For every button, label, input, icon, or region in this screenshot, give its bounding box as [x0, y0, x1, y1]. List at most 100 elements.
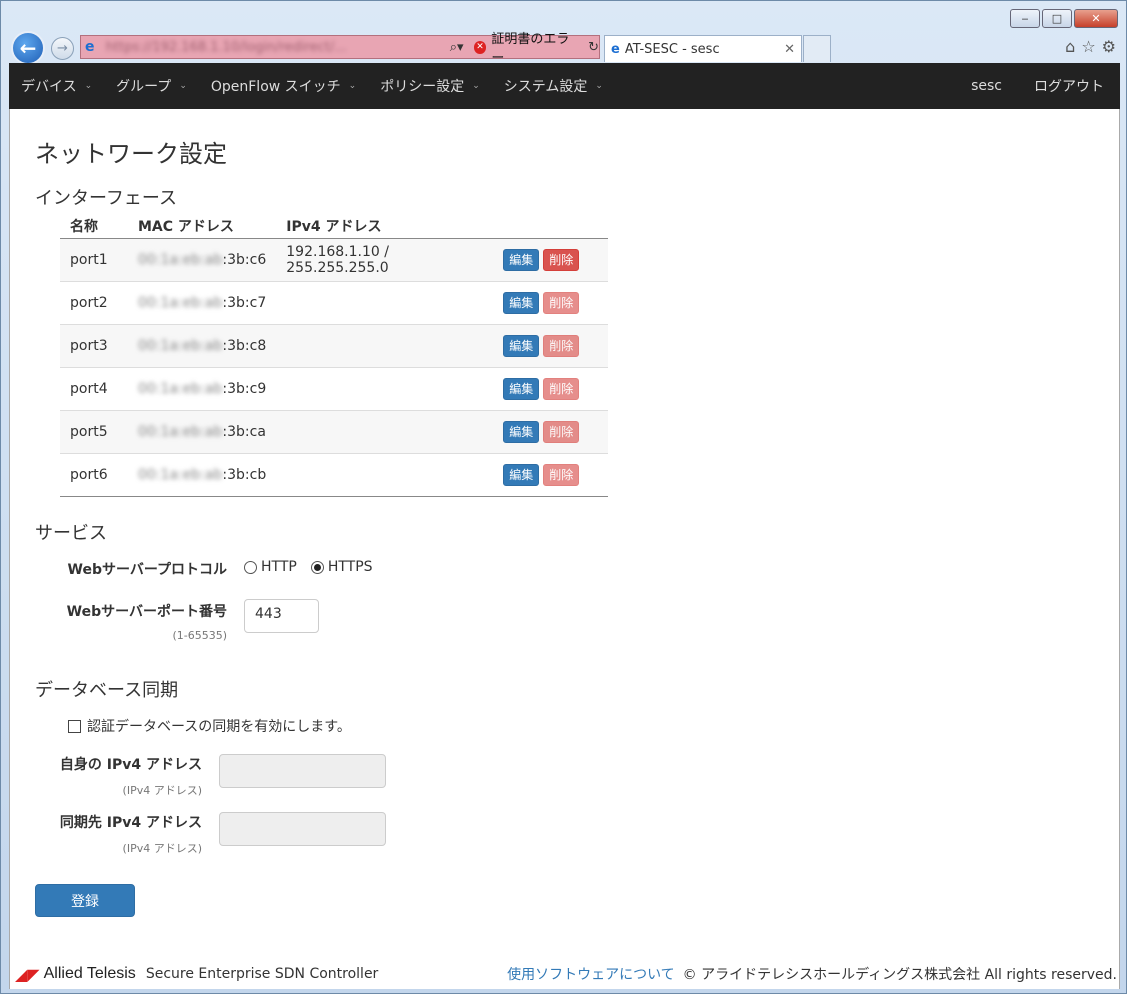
back-button[interactable]: ←: [11, 31, 45, 65]
edit-button[interactable]: 編集: [503, 248, 540, 271]
radio-https[interactable]: HTTPS: [310, 559, 373, 575]
favorites-star-icon[interactable]: ☆: [1081, 37, 1095, 56]
dbsync-enable-checkbox[interactable]: 認証データベースの同期を有効にします。: [68, 716, 351, 736]
nav-openflow-switch[interactable]: OpenFlow スイッチ ⌄: [199, 63, 368, 109]
footer-right: 使用ソフトウェアについて © アライドテレシスホールディングス株式会社 All …: [507, 964, 1117, 984]
close-window-button[interactable]: ✕: [1074, 9, 1118, 28]
port-hint: (1-65535): [172, 629, 227, 642]
self-ip-row: 自身の IPv4 アドレス (IPv4 アドレス): [35, 754, 386, 798]
col-mac: MAC アドレス: [128, 214, 277, 239]
col-actions: [493, 214, 609, 239]
footer: ◢◤ Allied Telesis Secure Enterprise SDN …: [10, 959, 1121, 989]
iface-name: port2: [60, 280, 128, 324]
nav-devices[interactable]: デバイス ⌄: [9, 63, 104, 109]
iface-name: port5: [60, 409, 128, 453]
nav-user[interactable]: sesc: [955, 63, 1018, 109]
protocol-label: Webサーバープロトコル: [67, 562, 227, 578]
iface-actions: 編集 削除: [493, 366, 609, 410]
table-row: port5 00:1a:eb:ab:3b:ca 編集 削除: [60, 409, 609, 453]
cert-error-icon: ✕: [473, 40, 487, 54]
chevron-down-icon: ⌄: [472, 81, 480, 91]
chevron-down-icon: ⌄: [84, 81, 93, 91]
mac-suffix: :3b:ca: [222, 423, 266, 440]
gear-icon[interactable]: ⚙: [1102, 37, 1116, 56]
table-row: port2 00:1a:eb:ab:3b:c7 編集 削除: [60, 280, 609, 324]
copyright: © アライドテレシスホールディングス株式会社 All rights reserv…: [682, 967, 1117, 983]
table-row: port4 00:1a:eb:ab:3b:c9 編集 削除: [60, 366, 609, 410]
self-ip-label-text: 自身の IPv4 アドレス: [59, 757, 202, 773]
edit-button[interactable]: 編集: [503, 334, 540, 357]
edit-button[interactable]: 編集: [503, 291, 540, 314]
delete-button: 削除: [543, 377, 580, 400]
mac-redacted: 00:1a:eb:ab: [138, 466, 223, 483]
iface-mac: 00:1a:eb:ab:3b:c8: [128, 323, 277, 367]
checkbox-box[interactable]: [68, 719, 81, 733]
minimize-button[interactable]: ‒: [1010, 9, 1040, 28]
software-info-link[interactable]: 使用ソフトウェアについて: [507, 964, 675, 984]
address-url[interactable]: https://192.168.1.10/login/redirect/...: [106, 40, 444, 55]
home-icon[interactable]: ⌂: [1065, 37, 1075, 56]
logo-text: Allied Telesis: [43, 965, 136, 982]
radio-http[interactable]: HTTP: [244, 559, 297, 575]
nav-system-settings[interactable]: システム設定 ⌄: [492, 63, 615, 109]
port-input[interactable]: 443: [244, 599, 319, 633]
delete-button[interactable]: 削除: [543, 248, 580, 271]
delete-button: 削除: [543, 463, 580, 486]
chevron-down-icon: ⌄: [595, 81, 603, 91]
nav-policy-settings[interactable]: ポリシー設定 ⌄: [368, 63, 492, 109]
edit-button[interactable]: 編集: [503, 463, 540, 486]
browser-tools: ⌂ ☆ ⚙: [1065, 37, 1116, 56]
iface-ipv4: [276, 366, 494, 410]
search-icon[interactable]: ⌕▾: [450, 40, 464, 55]
page-title: ネットワーク設定: [35, 140, 227, 168]
interfaces-heading: インターフェース: [35, 188, 178, 209]
iface-actions: 編集 削除: [493, 409, 609, 453]
interfaces-table-body: port1 00:1a:eb:ab:3b:c6 192.168.1.10 / 255…: [60, 237, 609, 497]
browser-tab[interactable]: e AT-SESC - sesc ✕: [604, 35, 802, 62]
iface-actions: 編集 削除: [493, 323, 609, 367]
logout-link[interactable]: ログアウト: [1018, 63, 1120, 109]
mac-redacted: 00:1a:eb:ab: [138, 380, 223, 397]
self-ip-hint: (IPv4 アドレス): [122, 784, 202, 797]
mac-redacted: 00:1a:eb:ab: [138, 294, 223, 311]
edit-button[interactable]: 編集: [503, 420, 540, 443]
nav-groups[interactable]: グループ ⌄: [104, 63, 199, 109]
table-row: port6 00:1a:eb:ab:3b:cb 編集 削除: [60, 452, 609, 497]
mac-suffix: :3b:c7: [222, 294, 267, 311]
mac-suffix: :3b:c6: [222, 251, 267, 268]
iface-name: port4: [60, 366, 128, 410]
iface-mac: 00:1a:eb:ab:3b:c6: [128, 237, 277, 281]
nav-label: デバイス: [21, 79, 77, 95]
table-row: port1 00:1a:eb:ab:3b:c6 192.168.1.10 / 255…: [60, 237, 609, 281]
radio-circle[interactable]: [310, 560, 324, 574]
iface-ipv4: 192.168.1.10 / 255.255.255.0: [276, 237, 494, 281]
browser-window: ‒ □ ✕ ← → e https://192.168.1.10/login/r…: [0, 0, 1127, 994]
address-bar[interactable]: e https://192.168.1.10/login/redirect/..…: [80, 32, 600, 66]
window-controls: ‒ □ ✕: [1010, 9, 1118, 28]
iface-name: port6: [60, 452, 128, 497]
new-tab-button[interactable]: [803, 35, 831, 62]
radio-circle[interactable]: [244, 560, 257, 574]
register-button[interactable]: 登録: [35, 884, 135, 917]
iface-mac: 00:1a:eb:ab:3b:ca: [128, 409, 277, 453]
navbar: デバイス ⌄ グループ ⌄ OpenFlow スイッチ ⌄ ポリシー設定 ⌄ システム設…: [9, 63, 1120, 109]
iface-ipv4: [276, 452, 494, 497]
mac-suffix: :3b:c8: [222, 337, 267, 354]
iface-actions: 編集 削除: [493, 237, 609, 281]
forward-button[interactable]: →: [51, 37, 74, 60]
self-ip-input[interactable]: [219, 754, 386, 788]
radio-label: HTTPS: [327, 559, 373, 575]
radio-label: HTTP: [261, 559, 297, 575]
protocol-row: Webサーバープロトコル HTTP HTTPS: [35, 559, 387, 579]
mac-redacted: 00:1a:eb:ab: [138, 337, 223, 354]
peer-ip-label: 同期先 IPv4 アドレス (IPv4 アドレス): [35, 812, 202, 856]
peer-ip-input[interactable]: [219, 812, 386, 846]
edit-button[interactable]: 編集: [503, 377, 540, 400]
close-tab-icon[interactable]: ✕: [784, 42, 795, 57]
maximize-button[interactable]: □: [1042, 9, 1072, 28]
peer-ip-hint: (IPv4 アドレス): [122, 842, 202, 855]
nav-label: ポリシー設定: [380, 79, 465, 95]
refresh-icon[interactable]: ↻: [588, 40, 599, 55]
port-label-text: Webサーバーポート番号: [66, 604, 227, 620]
cert-error-label[interactable]: 証明書のエラー: [491, 28, 581, 66]
